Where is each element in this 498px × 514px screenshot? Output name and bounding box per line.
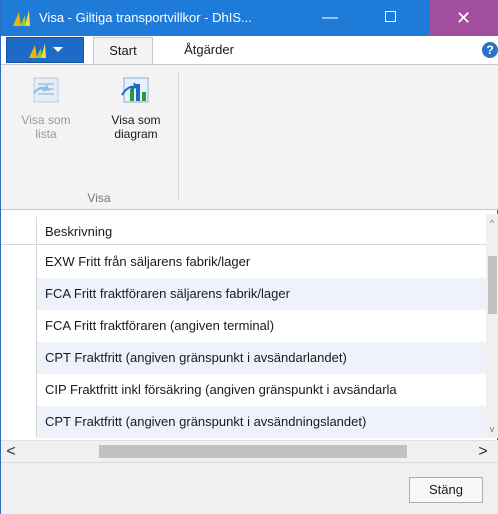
row-selector[interactable] xyxy=(1,310,37,342)
data-grid: Beskrivning EXW Fritt från säljarens fab… xyxy=(1,214,486,438)
description-cell: CIP Fraktfritt inkl försäkring (angiven … xyxy=(45,382,397,397)
table-row[interactable]: CPT Fraktfritt (angiven gränspunkt i avs… xyxy=(1,342,486,374)
description-cell: FCA Fritt fraktföraren säljarens fabrik/… xyxy=(45,286,290,301)
show-as-chart-label: Visa som diagram xyxy=(111,113,161,141)
ribbon-panel: Visa som lista Visa som diagram Visa xyxy=(1,64,498,210)
description-cell: EXW Fritt från säljarens fabrik/lager xyxy=(45,254,251,269)
show-as-list-label: Visa som lista xyxy=(21,113,71,141)
table-row[interactable]: CIP Fraktfritt inkl försäkring (angiven … xyxy=(1,374,486,406)
app-logo-icon xyxy=(13,10,30,26)
app-window: Visa - Giltiga transportvillkor - DhIS..… xyxy=(0,0,498,514)
row-selector[interactable] xyxy=(1,342,37,374)
description-cell: CPT Fraktfritt (angiven gränspunkt i avs… xyxy=(45,350,347,365)
table-row[interactable]: FCA Fritt fraktföraren säljarens fabrik/… xyxy=(1,278,486,310)
show-as-list-button[interactable]: Visa som lista xyxy=(19,75,73,141)
ribbon-tab-row: Start Åtgärder ? xyxy=(1,36,498,64)
row-selector[interactable] xyxy=(1,406,37,438)
show-as-chart-button[interactable]: Visa som diagram xyxy=(95,75,177,141)
description-cell: CPT Fraktfritt (angiven gränspunkt i avs… xyxy=(45,414,367,429)
horizontal-scroll-thumb[interactable] xyxy=(99,445,407,458)
grid-header: Beskrivning xyxy=(1,217,486,245)
description-cell: FCA Fritt fraktföraren (angiven terminal… xyxy=(45,318,275,333)
table-row[interactable]: FCA Fritt fraktföraren (angiven terminal… xyxy=(1,310,486,342)
scroll-right-icon[interactable]: > xyxy=(475,443,491,461)
tab-start[interactable]: Start xyxy=(93,37,153,64)
ribbon-group-divider xyxy=(178,71,179,201)
chevron-down-icon xyxy=(53,47,63,52)
scroll-up-icon[interactable]: ^ xyxy=(488,218,496,228)
row-selector[interactable] xyxy=(1,278,37,310)
maximize-icon xyxy=(384,11,396,23)
maximize-button[interactable] xyxy=(367,0,413,36)
scroll-left-icon[interactable]: < xyxy=(3,443,19,461)
chart-view-icon xyxy=(121,77,149,103)
scroll-down-icon[interactable]: v xyxy=(488,424,496,434)
dialog-footer: Stäng xyxy=(1,462,498,514)
help-icon[interactable]: ? xyxy=(482,42,498,58)
vertical-scrollbar[interactable]: ^ v xyxy=(486,214,498,438)
title-bar[interactable]: Visa - Giltiga transportvillkor - DhIS..… xyxy=(1,0,498,36)
row-selector[interactable] xyxy=(1,246,37,278)
minimize-button[interactable]: — xyxy=(307,0,353,36)
app-menu-button[interactable] xyxy=(6,37,84,63)
close-window-button[interactable]: ✕ xyxy=(429,0,498,36)
table-row[interactable]: CPT Fraktfritt (angiven gränspunkt i avs… xyxy=(1,406,486,438)
table-row[interactable]: EXW Fritt från säljarens fabrik/lager xyxy=(1,246,486,278)
tab-actions[interactable]: Åtgärder xyxy=(159,37,259,64)
horizontal-scrollbar[interactable]: < > xyxy=(1,440,498,462)
column-header-description[interactable]: Beskrivning xyxy=(45,224,112,239)
ribbon-group-label: Visa xyxy=(87,191,111,205)
window-title: Visa - Giltiga transportvillkor - DhIS..… xyxy=(39,10,252,25)
list-view-icon xyxy=(33,77,59,103)
row-selector[interactable] xyxy=(1,374,37,406)
row-selector-header xyxy=(1,217,37,244)
close-button[interactable]: Stäng xyxy=(409,477,483,503)
app-logo-icon xyxy=(29,43,46,58)
vertical-scroll-thumb[interactable] xyxy=(488,256,497,314)
